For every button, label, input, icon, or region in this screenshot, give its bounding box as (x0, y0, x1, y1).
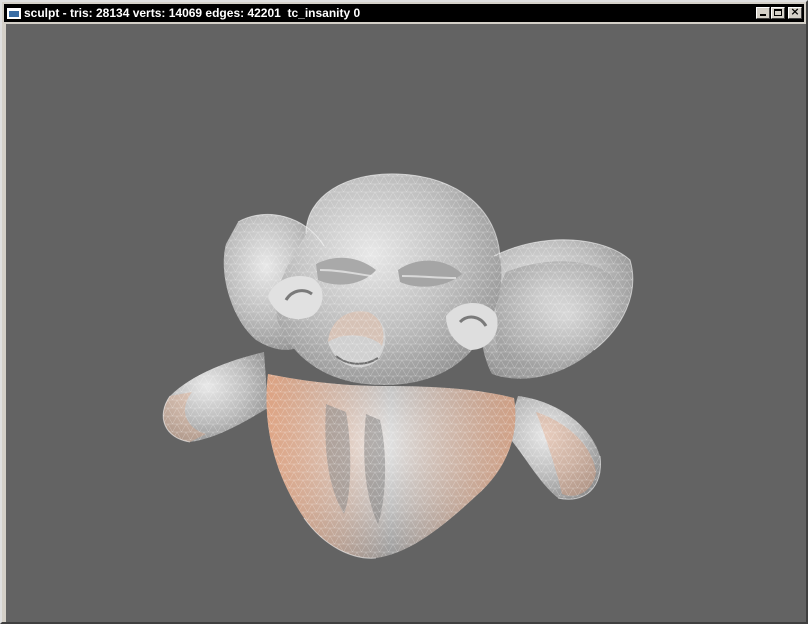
close-button[interactable]: × (788, 5, 802, 19)
window-controls: × (755, 5, 802, 19)
minimize-icon (760, 14, 766, 16)
right-ear (480, 239, 633, 379)
right-arm (506, 396, 601, 500)
left-arm (163, 352, 268, 442)
maximize-icon (774, 9, 782, 16)
body (266, 374, 516, 559)
app-window: sculpt - tris: 28134 verts: 14069 edges:… (0, 0, 808, 624)
title-bar[interactable]: sculpt - tris: 28134 verts: 14069 edges:… (4, 4, 804, 22)
close-icon: × (790, 5, 800, 18)
minimize-button[interactable] (756, 7, 770, 19)
window-app-icon[interactable] (7, 7, 21, 19)
mesh-render (162, 173, 634, 559)
3d-viewport[interactable] (6, 24, 806, 622)
window-title: sculpt - tris: 28134 verts: 14069 edges:… (24, 6, 361, 20)
maximize-button[interactable] (771, 7, 785, 19)
